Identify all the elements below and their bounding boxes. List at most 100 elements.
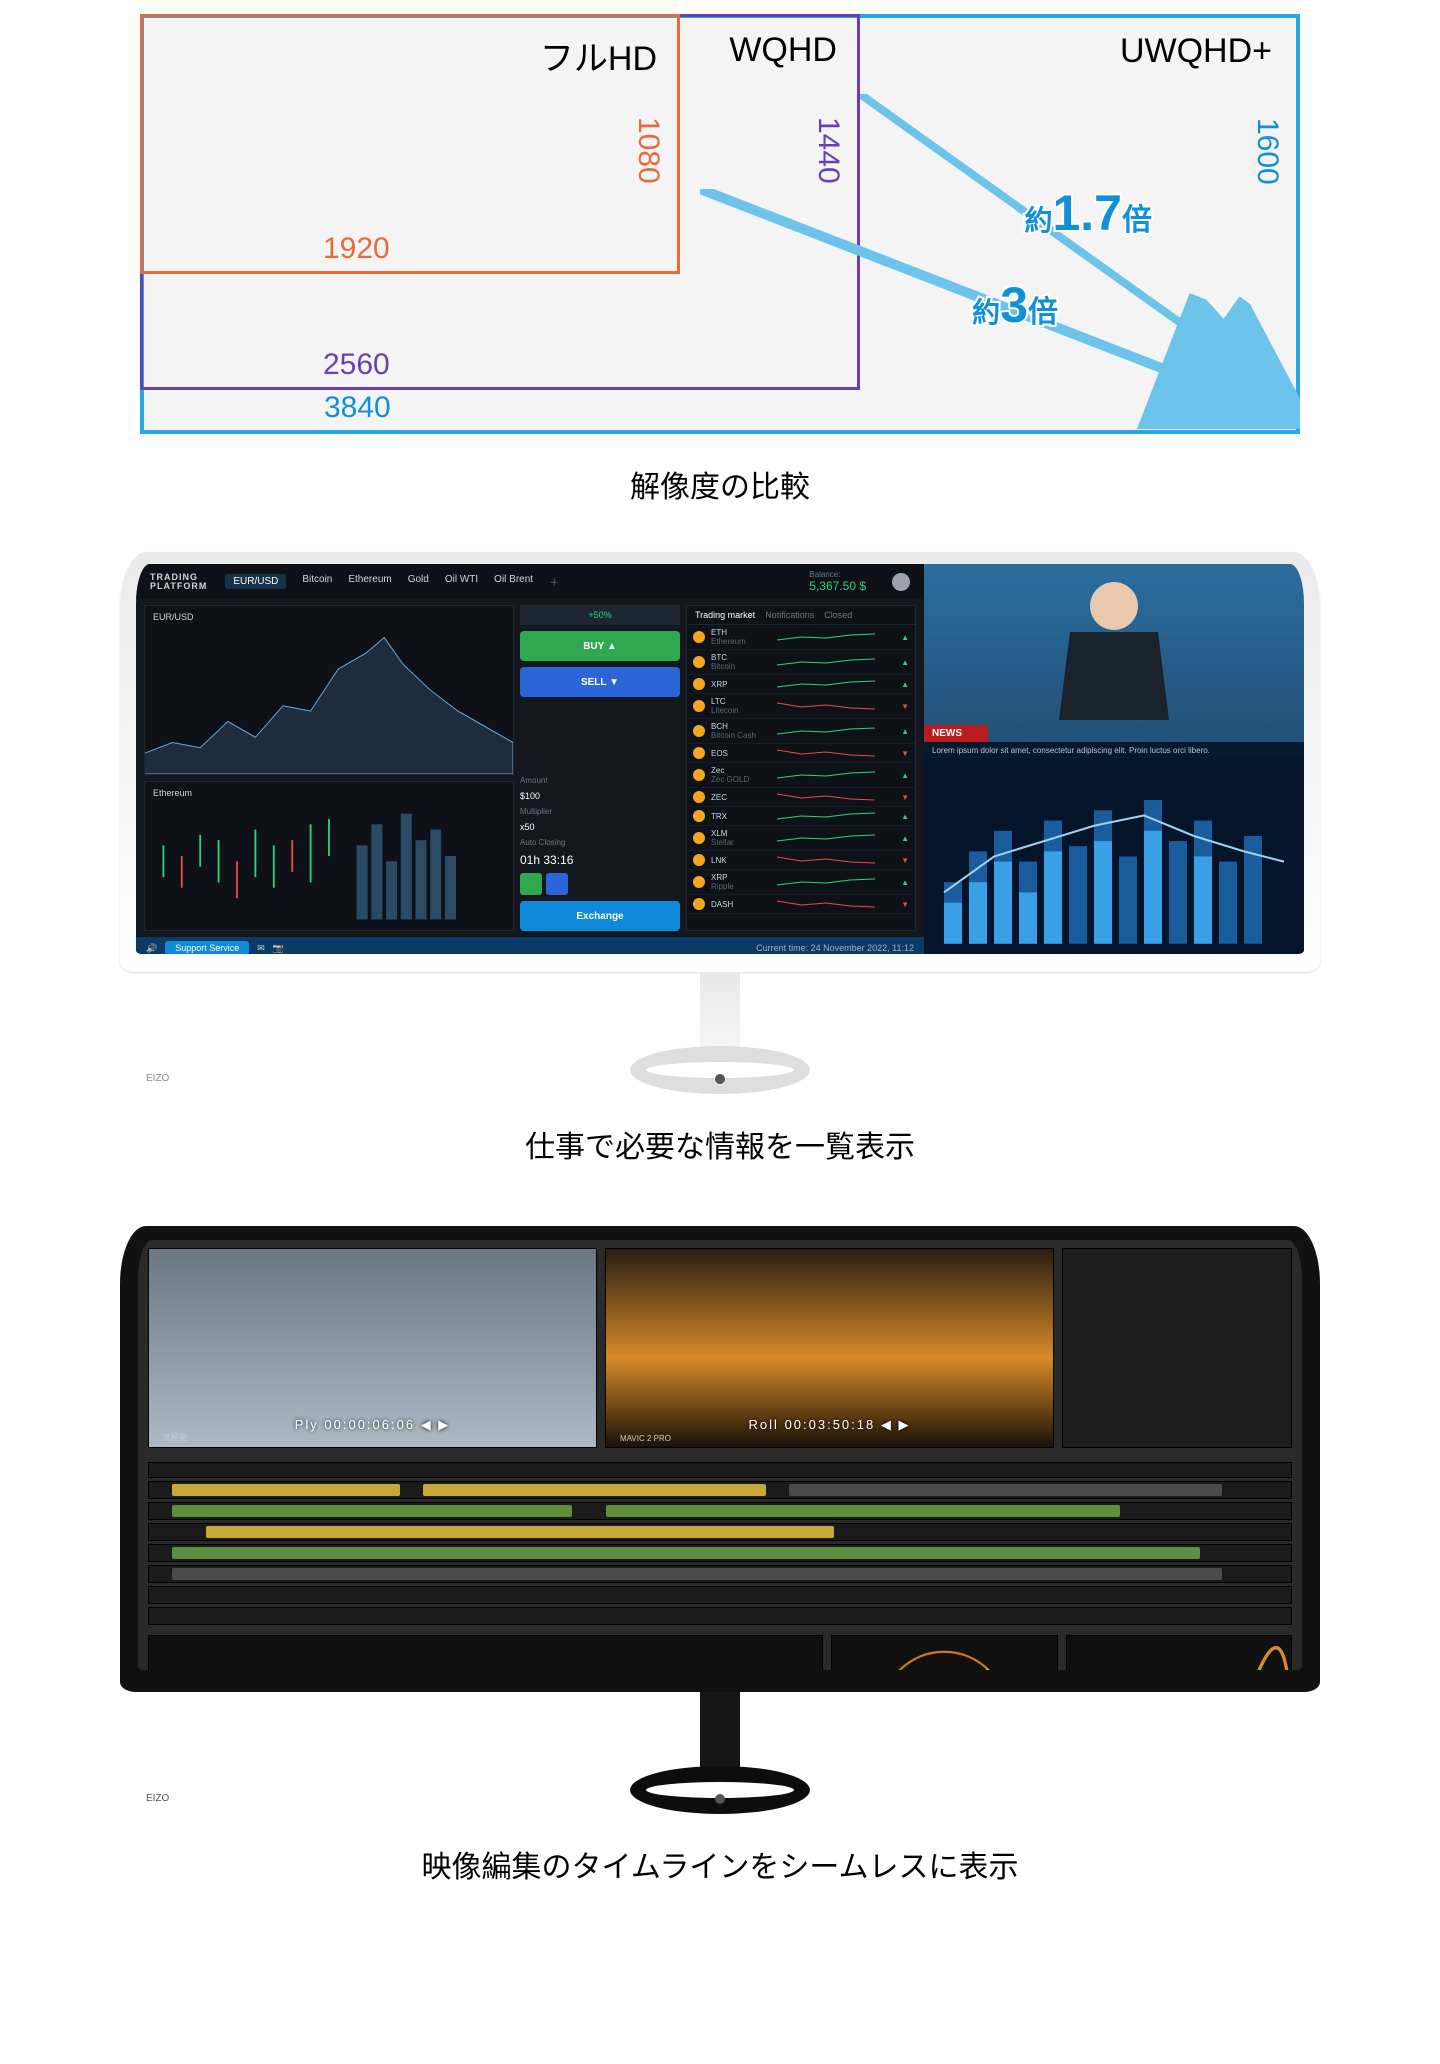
buy-button[interactable]: BUY ▲ [520, 631, 680, 661]
trading-tabs: EUR/USD Bitcoin Ethereum Gold Oil WTI Oi… [225, 574, 559, 589]
change-arrow-icon: ▼ [881, 749, 909, 758]
fullhd-box: フルHD 1080 1920 [140, 14, 680, 274]
video-track-2[interactable] [148, 1502, 1292, 1520]
market-row[interactable]: BTCBitcoin▲ [687, 650, 915, 675]
market-tab-closed[interactable]: Closed [824, 610, 852, 620]
coin-name: LNK [711, 856, 771, 865]
market-row[interactable]: XRPRipple▲ [687, 870, 915, 895]
balance-value: Balance: 5,367.50 $ [809, 570, 866, 593]
market-list: Trading market Notifications Closed ETHE… [686, 605, 916, 931]
change-arrow-icon: ▲ [881, 771, 909, 780]
timeline[interactable] [138, 1456, 1302, 1635]
coin-icon [693, 725, 705, 737]
multiplier-uwqhdplus: 約3倍 [972, 276, 1058, 334]
news-anchor-figure [1054, 582, 1174, 722]
monitor-osd-button-black[interactable] [715, 1794, 725, 1804]
multiplier-label: Multiplier [520, 807, 680, 816]
market-row[interactable]: ETHEthereum▲ [687, 625, 915, 650]
market-tab-trading[interactable]: Trading market [695, 610, 755, 620]
news-broadcast: NEWS Lorem ipsum dolor sit amet, consect… [924, 564, 1304, 759]
fullhd-width: 1920 [323, 232, 390, 266]
footer-time: Current time: 24 November 2022, 11:12 [756, 943, 914, 953]
chat-icon[interactable]: ✉ [257, 943, 265, 954]
avatar-icon[interactable] [892, 573, 910, 591]
amount-value: $100 [520, 791, 680, 801]
market-row[interactable]: BCHBitcoin Cash▲ [687, 719, 915, 744]
sparkline [777, 877, 875, 887]
market-row[interactable]: XRP▲ [687, 675, 915, 694]
coin-name: EOS [711, 749, 771, 758]
coin-icon [693, 678, 705, 690]
monitor-bezel: TRADING PLATFORM EUR/USD Bitcoin Ethereu… [120, 552, 1320, 972]
coin-icon [693, 854, 705, 866]
tab-bitcoin[interactable]: Bitcoin [302, 574, 332, 589]
tab-oil-brent[interactable]: Oil Brent [494, 574, 533, 589]
market-row[interactable]: EOS ▼ [687, 744, 915, 763]
amount-label: Amount [520, 776, 680, 785]
audio-track-1[interactable] [148, 1544, 1292, 1562]
sparkline [777, 770, 875, 780]
tab-ethereum[interactable]: Ethereum [348, 574, 391, 589]
coin-name: XRP [711, 680, 771, 689]
market-row[interactable]: ZEC ▼ [687, 788, 915, 807]
monitor-osd-button[interactable] [715, 1074, 725, 1084]
change-arrow-icon: ▼ [881, 793, 909, 802]
cam-icon[interactable]: 📷 [273, 943, 284, 954]
market-row[interactable]: DASH▼ [687, 895, 915, 914]
coin-name: LTCLitecoin [711, 697, 771, 715]
audio-track-4[interactable] [148, 1607, 1292, 1625]
video-track-3[interactable] [148, 1523, 1292, 1541]
monitor-stand-base-black [630, 1766, 810, 1814]
uwqhdplus-width: 3840 [324, 391, 391, 425]
support-button[interactable]: Support Service [165, 941, 249, 954]
wqhd-label: WQHD [729, 31, 837, 70]
timer-value: 01h 33:16 [520, 853, 680, 867]
timeline-ruler [148, 1462, 1292, 1478]
multiplier-value: x50 [520, 822, 680, 832]
sparkline [777, 833, 875, 843]
monitor-editor: Ply 00:00:06:06 ◀ ▶ 北極圏 Roll 00:03:50:18… [120, 1226, 1320, 1814]
program-viewer: Roll 00:03:50:18 ◀ ▶ MAVIC 2 PRO [605, 1248, 1054, 1448]
add-tab-icon[interactable]: ＋ [549, 574, 559, 589]
coin-name: ZEC [711, 793, 771, 802]
mixer-panel [148, 1635, 823, 1670]
profit-percent: +50% [520, 605, 680, 625]
market-row[interactable]: LTCLitecoin ▼ [687, 694, 915, 719]
change-arrow-icon: ▼ [881, 702, 909, 711]
video-track-1[interactable] [148, 1481, 1292, 1499]
coin-icon [693, 747, 705, 759]
exchange-button[interactable]: Exchange [520, 901, 680, 931]
confirm-icon[interactable] [520, 873, 542, 895]
scopes-row [138, 1635, 1302, 1670]
tab-oil-wti[interactable]: Oil WTI [445, 574, 478, 589]
coin-icon [693, 656, 705, 668]
market-row[interactable]: LNK▼ [687, 851, 915, 870]
market-row[interactable]: TRX▲ [687, 807, 915, 826]
resolution-comparison-diagram: UWQHD+ 1600 3840 WQHD 1440 2560 フルHD 108… [140, 14, 1300, 434]
multiplier-wqhd: 約1.7倍 [1024, 184, 1152, 242]
change-arrow-icon: ▲ [881, 727, 909, 736]
analytics-panel [924, 759, 1304, 954]
source-clip-name: 北極圏 [163, 1432, 187, 1443]
market-row[interactable]: XLMStellar▲ [687, 826, 915, 851]
editor-screen: Ply 00:00:06:06 ◀ ▶ 北極圏 Roll 00:03:50:18… [138, 1240, 1302, 1670]
sparkline [777, 899, 875, 909]
audio-track-2[interactable] [148, 1565, 1292, 1583]
tab-gold[interactable]: Gold [408, 574, 429, 589]
waveform-scope [1066, 1635, 1292, 1670]
volume-icon[interactable]: 🔊 [146, 943, 157, 954]
share-icon[interactable] [546, 873, 568, 895]
fullhd-label: フルHD [540, 31, 657, 80]
monitor-stand-column-black [700, 1692, 740, 1772]
audio-track-3[interactable] [148, 1586, 1292, 1604]
tab-eurusd[interactable]: EUR/USD [225, 574, 286, 589]
news-ticker: Lorem ipsum dolor sit amet, consectetur … [924, 742, 1304, 759]
market-tab-notifications[interactable]: Notifications [765, 610, 814, 620]
sparkline [777, 679, 875, 689]
sparkline [777, 748, 875, 758]
coin-icon [693, 700, 705, 712]
inspector-panel [1062, 1248, 1292, 1448]
market-row[interactable]: ZecZec GOLD▲ [687, 763, 915, 788]
sell-button[interactable]: SELL ▼ [520, 667, 680, 697]
fullhd-height: 1080 [631, 117, 665, 184]
